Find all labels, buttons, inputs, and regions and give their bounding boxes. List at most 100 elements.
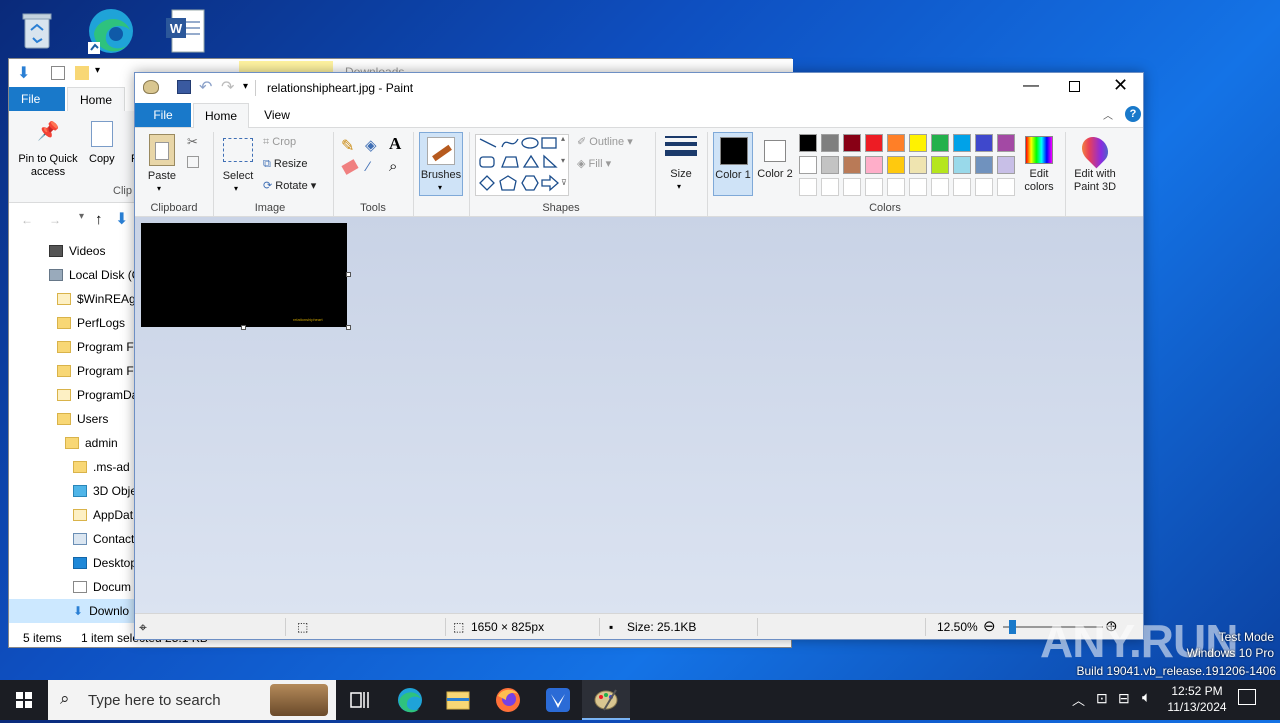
taskbar-edge-icon[interactable] — [386, 680, 434, 720]
taskbar-firefox-icon[interactable] — [484, 680, 532, 720]
rotate-button[interactable]: ⟳ Rotate ▾ — [263, 178, 316, 194]
palette-swatch[interactable] — [887, 134, 905, 152]
palette-swatch[interactable] — [887, 156, 905, 174]
tree-item-3d-objects[interactable]: 3D Obje — [73, 479, 137, 503]
palette-swatch[interactable] — [931, 156, 949, 174]
copy-button[interactable]: Copy — [89, 153, 115, 165]
size-button[interactable]: Size ▾ — [663, 132, 699, 196]
pin-to-quick-access-button[interactable]: Pin to Quick access — [13, 153, 83, 179]
undo-icon[interactable]: ↶ — [199, 77, 212, 97]
color1-button[interactable]: Color 1 — [713, 132, 753, 196]
shapes-more-icon[interactable]: ⊽ — [561, 178, 567, 187]
taskbar-paint-icon[interactable] — [582, 680, 630, 720]
edge-icon[interactable] — [86, 6, 136, 56]
palette-swatch[interactable] — [953, 156, 971, 174]
custom-color-swatch[interactable] — [997, 178, 1015, 196]
custom-color-swatch[interactable] — [975, 178, 993, 196]
paint-window[interactable]: ↶ ↷ ▾ relationshipheart.jpg - Paint — ✕ … — [134, 72, 1144, 640]
paste-button[interactable]: Paste — [139, 170, 185, 183]
palette-swatch[interactable] — [953, 134, 971, 152]
tree-item-ms-ad[interactable]: .ms-ad — [73, 455, 130, 479]
color2-button[interactable]: Color 2 — [757, 132, 793, 196]
custom-color-swatch[interactable] — [843, 178, 861, 196]
download-arrow-icon[interactable]: ⬇ — [17, 63, 30, 83]
device-icon[interactable]: ⊡ — [1096, 690, 1108, 707]
explorer-tab-file[interactable]: File — [9, 87, 65, 111]
palette-swatch[interactable] — [821, 156, 839, 174]
resize-handle-bottom[interactable] — [241, 325, 246, 330]
taskbar-file-explorer-icon[interactable] — [434, 680, 482, 720]
palette-swatch[interactable] — [865, 156, 883, 174]
tree-item-documents[interactable]: Docum — [73, 575, 131, 599]
custom-color-swatch[interactable] — [953, 178, 971, 196]
resize-handle-right[interactable] — [346, 272, 351, 277]
paint-app-icon[interactable] — [143, 80, 159, 94]
qat-customize-icon[interactable]: ▾ — [243, 81, 248, 92]
minimize-button[interactable]: — — [1023, 77, 1039, 95]
palette-swatch[interactable] — [799, 156, 817, 174]
recent-dropdown-icon[interactable]: ▾ — [79, 211, 84, 222]
cut-icon[interactable]: ✂ — [187, 134, 198, 150]
palette-swatch[interactable] — [975, 156, 993, 174]
network-icon[interactable]: ⊟ — [1118, 690, 1130, 707]
forward-arrow-icon[interactable]: → — [49, 213, 61, 227]
tree-item-videos[interactable]: Videos — [49, 239, 105, 263]
edit-colors-button[interactable]: Edit colors — [1021, 132, 1057, 196]
new-folder-icon[interactable] — [75, 66, 89, 80]
palette-swatch[interactable] — [821, 134, 839, 152]
clock[interactable]: 12:52 PM 11/13/2024 — [1162, 683, 1232, 715]
edit-with-paint3d-button[interactable]: Edit with Paint 3D — [1069, 131, 1121, 196]
brushes-button[interactable]: Brushes ▾ — [419, 132, 463, 196]
close-button[interactable]: ✕ — [1113, 75, 1128, 96]
palette-swatch[interactable] — [997, 134, 1015, 152]
tree-item-perflogs[interactable]: PerfLogs — [57, 311, 125, 335]
palette-swatch[interactable] — [997, 156, 1015, 174]
palette-swatch[interactable] — [909, 134, 927, 152]
custom-color-swatch[interactable] — [931, 178, 949, 196]
resize-handle-corner[interactable] — [346, 325, 351, 330]
pencil-icon[interactable]: ✎ — [341, 136, 354, 156]
zoom-slider-thumb[interactable] — [1009, 620, 1016, 634]
qat-dropdown-icon[interactable]: ▾ — [95, 65, 100, 76]
tree-item-desktop[interactable]: Desktop — [73, 551, 137, 575]
redo-icon[interactable]: ↷ — [221, 77, 234, 97]
zoom-out-button[interactable]: ⊖ — [983, 614, 996, 640]
paint-tab-view[interactable]: View — [255, 103, 299, 127]
save-icon[interactable] — [177, 80, 191, 94]
paste-dropdown-icon[interactable]: ▾ — [157, 184, 161, 193]
canvas-area[interactable]: relationshipheart — [135, 217, 1143, 613]
tree-item-program-files[interactable]: Program Fi — [57, 335, 136, 359]
custom-color-swatch[interactable] — [799, 178, 817, 196]
taskbar-app-icon[interactable] — [534, 680, 582, 720]
resize-button[interactable]: ⧉ Resize — [263, 156, 308, 172]
color-picker-icon[interactable]: ⁄ — [367, 158, 369, 174]
fill-button[interactable]: ◈ Fill ▾ — [577, 156, 611, 172]
task-view-button[interactable] — [336, 680, 384, 720]
paint-tab-file[interactable]: File — [135, 103, 191, 127]
word-document-icon[interactable]: W — [160, 6, 210, 56]
tree-item-admin[interactable]: admin — [65, 431, 118, 455]
tree-item-local-disk[interactable]: Local Disk (C — [49, 263, 139, 287]
crop-button[interactable]: ⌗ Crop — [263, 134, 296, 150]
shapes-gallery[interactable] — [475, 134, 569, 196]
help-icon[interactable]: ? — [1125, 106, 1141, 122]
custom-color-swatch[interactable] — [887, 178, 905, 196]
palette-swatch[interactable] — [975, 134, 993, 152]
palette-swatch[interactable] — [909, 156, 927, 174]
eraser-icon[interactable] — [341, 159, 359, 175]
up-arrow-icon[interactable]: ↑ — [95, 211, 103, 228]
notifications-icon[interactable] — [1238, 689, 1256, 705]
search-box[interactable]: ⌕ Type here to search — [48, 680, 336, 720]
back-arrow-icon[interactable]: ← — [21, 213, 33, 227]
tree-item-contacts[interactable]: Contact — [73, 527, 134, 551]
tree-item-users[interactable]: Users — [57, 407, 108, 431]
palette-swatch[interactable] — [799, 134, 817, 152]
shapes-scroll-up-icon[interactable]: ▴ — [561, 134, 565, 143]
text-tool-icon[interactable]: A — [389, 134, 401, 154]
palette-swatch[interactable] — [865, 134, 883, 152]
custom-color-swatch[interactable] — [865, 178, 883, 196]
shapes-scroll-down-icon[interactable]: ▾ — [561, 156, 565, 165]
copy-icon[interactable] — [187, 156, 199, 168]
tree-item-winreagent[interactable]: $WinREAg — [57, 287, 136, 311]
image-canvas[interactable]: relationshipheart — [141, 223, 347, 327]
